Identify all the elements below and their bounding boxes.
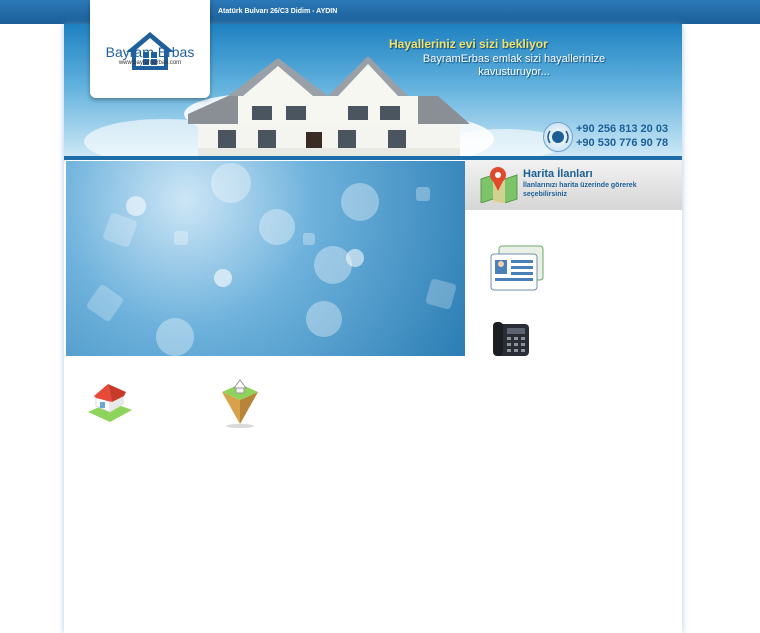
address-text: Atatürk Bulvarı 26/C3 Didim - AYDIN	[218, 8, 338, 15]
bokeh-pentagon	[102, 212, 138, 248]
image-slider[interactable]	[66, 161, 465, 356]
page-container: Hayalleriniz evi sizi bekliyor BayramErb…	[64, 0, 682, 633]
bokeh-circle	[126, 196, 146, 216]
bokeh-circle	[156, 318, 194, 356]
phone-ring-icon	[543, 122, 573, 152]
slogan-line-1: BayramErbas emlak sizi hayallerinize	[422, 53, 606, 65]
sidebar: Harita İlanları İlanlarınızı harita üzer…	[465, 160, 682, 633]
bokeh-pentagon	[416, 187, 430, 201]
logo[interactable]: Bayram Erbas www.bayramerbas.com	[90, 0, 210, 98]
bokeh-pentagon	[303, 233, 315, 245]
house-icon[interactable]	[86, 380, 134, 424]
bokeh-circle	[214, 269, 232, 287]
map-pin-icon	[480, 167, 518, 203]
bokeh-pentagon	[425, 278, 457, 310]
phone-number-1[interactable]: +90 256 813 20 03	[576, 123, 668, 135]
phone-number-2[interactable]: +90 530 776 90 78	[576, 137, 668, 149]
bokeh-circle	[259, 209, 295, 245]
bokeh-circle	[211, 163, 251, 203]
bokeh-circle	[346, 249, 364, 267]
bokeh-pentagon	[85, 283, 125, 323]
logo-name: Bayram Erbas	[105, 44, 195, 60]
slogan-title: Hayalleriniz evi sizi bekliyor	[389, 37, 548, 51]
map-listings-title: Harita İlanları	[523, 168, 593, 180]
logo-url: www.bayramerbas.com	[118, 60, 182, 66]
bokeh-circle	[314, 246, 352, 284]
slogan-text: BayramErbas emlak sizi hayallerinize kav…	[404, 53, 624, 79]
desk-phone-icon[interactable]	[491, 318, 531, 358]
map-listings-subtitle: İlanlarınızı harita üzerinde görerek seç…	[523, 182, 637, 198]
bokeh-pentagon	[174, 231, 188, 245]
map-listings-banner[interactable]: Harita İlanları İlanlarınızı harita üzer…	[465, 160, 682, 210]
listings-card-icon[interactable]	[489, 244, 547, 294]
slogan-line-2: kavusturuyor...	[478, 66, 550, 78]
bokeh-circle	[341, 183, 379, 221]
land-icon[interactable]	[218, 376, 262, 428]
bokeh-circle	[306, 301, 342, 337]
